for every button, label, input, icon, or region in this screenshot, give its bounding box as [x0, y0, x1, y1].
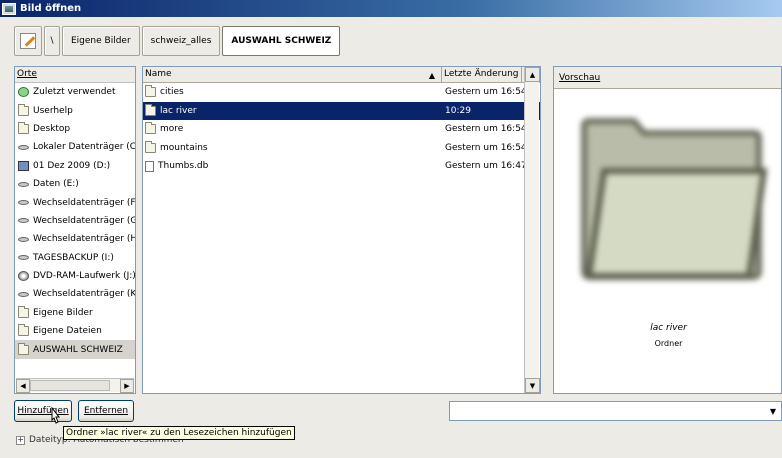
scroll-down-button[interactable]: ▼ [525, 378, 540, 393]
drive-icon [18, 255, 29, 261]
place-item-auswahl-schweiz[interactable]: AUSWAHL SCHWEIZ [15, 340, 135, 359]
places-horizontal-scrollbar[interactable]: ◀ ▶ [16, 378, 134, 393]
file-list: Name ▲ Letzte Änderung cities Gestern um… [142, 66, 541, 394]
folder-icon [18, 324, 29, 337]
path-bar: \ Eigene Bilder schweiz_alles AUSWAHL SC… [14, 26, 342, 56]
place-item-drive-f[interactable]: Wechseldatenträger (F:) [15, 193, 135, 211]
folder-preview-icon [581, 118, 768, 280]
place-item-userhelp[interactable]: Userhelp [15, 101, 135, 119]
file-icon [145, 160, 154, 172]
places-header[interactable]: Orte [15, 67, 135, 83]
place-item-drive-h[interactable]: Wechseldatenträger (H:) [15, 230, 135, 248]
expand-plus-icon[interactable]: + [16, 435, 25, 445]
folder-icon [18, 305, 29, 318]
mouse-cursor-icon [51, 406, 61, 424]
file-filter-combo[interactable]: ▼ [449, 401, 782, 421]
drive-icon [18, 218, 29, 224]
place-item-drive-c[interactable]: Lokaler Datenträger (C:) [15, 138, 135, 156]
file-row[interactable]: mountains Gestern um 16:54 [143, 139, 540, 158]
file-row[interactable]: Thumbs.db Gestern um 16:47 [143, 157, 540, 176]
preview-name: lac river [650, 323, 687, 333]
file-row[interactable]: cities Gestern um 16:54 [143, 83, 540, 102]
path-segment-eigene-bilder[interactable]: Eigene Bilder [62, 26, 140, 56]
path-segment-auswahl-schweiz[interactable]: AUSWAHL SCHWEIZ [222, 26, 341, 56]
place-item-desktop[interactable]: Desktop [15, 120, 135, 138]
folder-icon [18, 103, 29, 116]
app-icon [2, 2, 16, 15]
window-title: Bild öffnen [20, 3, 82, 14]
preview-type: Ordner [654, 339, 683, 348]
folder-icon [145, 122, 156, 135]
removable-drive-icon [18, 160, 29, 171]
file-row-selected[interactable]: lac river 10:29 [143, 101, 540, 120]
drive-icon [18, 236, 29, 242]
file-list-header: Name ▲ Letzte Änderung [143, 67, 540, 83]
preview-header: Vorschau [554, 67, 781, 89]
drive-icon [18, 200, 29, 206]
cdrom-icon [18, 271, 29, 282]
title-bar: Bild öffnen [0, 0, 782, 17]
scroll-track[interactable] [30, 379, 120, 392]
path-root-button[interactable]: \ [44, 26, 60, 56]
edit-location-button[interactable] [14, 26, 42, 56]
scroll-up-button[interactable]: ▲ [525, 67, 540, 82]
drive-icon [18, 144, 29, 150]
place-item-drive-k[interactable]: Wechseldatenträger (K:) [15, 285, 135, 303]
place-item-recent[interactable]: Zuletzt verwendet [15, 83, 135, 101]
preview-panel: Vorschau lac river Ordner [553, 66, 782, 394]
folder-icon [145, 103, 156, 116]
scroll-left-button[interactable]: ◀ [16, 379, 30, 393]
drive-icon [18, 181, 29, 187]
remove-bookmark-button[interactable]: Entfernen [78, 400, 134, 422]
folder-icon [18, 121, 29, 134]
column-modified-header[interactable]: Letzte Änderung [442, 67, 522, 82]
drive-icon [18, 291, 29, 297]
path-segment-schweiz-alles[interactable]: schweiz_alles [141, 26, 221, 56]
place-item-drive-i[interactable]: TAGESBACKUP (I:) [15, 249, 135, 267]
sort-ascending-icon: ▲ [428, 71, 435, 80]
place-item-eigene-dateien[interactable]: Eigene Dateien [15, 322, 135, 340]
folder-icon [145, 140, 156, 153]
chevron-down-icon[interactable]: ▼ [766, 403, 780, 419]
place-item-drive-g[interactable]: Wechseldatenträger (G:) [15, 212, 135, 230]
tooltip: Ordner »lac river« zu den Lesezeichen hi… [63, 426, 295, 440]
scroll-right-button[interactable]: ▶ [120, 379, 134, 393]
folder-icon [18, 342, 29, 355]
add-bookmark-button[interactable]: Hinzufügen [14, 400, 72, 422]
places-list: Zuletzt verwendet Userhelp Desktop Lokal… [15, 83, 135, 376]
column-name-header[interactable]: Name ▲ [143, 67, 442, 82]
places-panel: Orte Zuletzt verwendet Userhelp Desktop … [14, 66, 136, 394]
place-item-eigene-bilder[interactable]: Eigene Bilder [15, 304, 135, 322]
place-item-drive-j[interactable]: DVD-RAM-Laufwerk (J:) [15, 267, 135, 285]
recent-icon [18, 87, 29, 98]
place-item-drive-e[interactable]: Daten (E:) [15, 175, 135, 193]
file-list-vertical-scrollbar[interactable]: ▲ ▼ [524, 67, 540, 393]
place-item-drive-d[interactable]: 01 Dez 2009 (D:) [15, 157, 135, 175]
scroll-thumb[interactable] [30, 380, 110, 391]
pencil-icon [20, 33, 36, 49]
folder-icon [145, 85, 156, 98]
file-row[interactable]: more Gestern um 16:54 [143, 120, 540, 139]
